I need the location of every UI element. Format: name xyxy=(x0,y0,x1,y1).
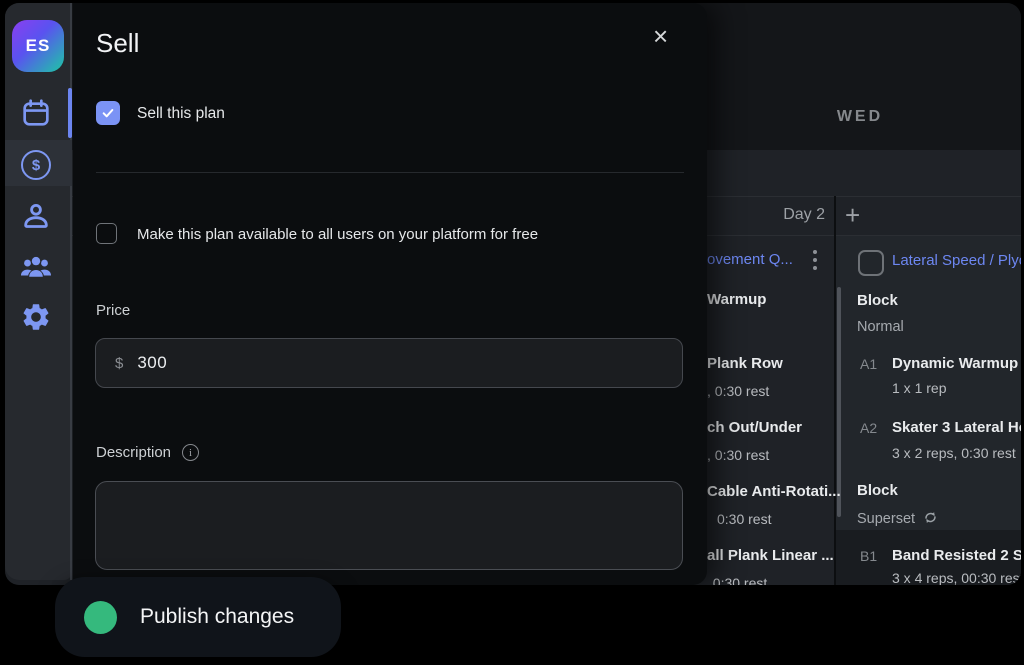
exercise-name: Cable Anti-Rotati... xyxy=(707,483,841,500)
divider xyxy=(96,172,684,173)
workout-select-checkbox[interactable] xyxy=(858,250,884,276)
person-icon xyxy=(19,199,53,233)
exercise-name: Plank Row xyxy=(707,355,783,372)
exercise-detail: 3 x 4 reps, 00:30 rest xyxy=(892,570,1021,585)
info-icon[interactable]: i xyxy=(182,444,199,461)
sidebar: ES $ xyxy=(5,3,72,580)
exercise-name: Warmup xyxy=(707,291,766,308)
avatar[interactable]: ES xyxy=(12,20,64,72)
screen: WED Day 2 + ovement Q... Warmup Plank Ro… xyxy=(0,0,1024,665)
publish-changes-button[interactable]: Publish changes xyxy=(55,577,341,657)
price-input[interactable]: $ 300 xyxy=(95,338,683,388)
block-type: Superset xyxy=(857,510,938,529)
exercise-name: Band Resisted 2 Step xyxy=(892,547,1021,564)
workout-title-link[interactable]: ovement Q... xyxy=(707,251,793,268)
exercise-code: A1 xyxy=(860,356,877,372)
sell-plan-label: Sell this plan xyxy=(137,105,225,123)
exercise-code: B1 xyxy=(860,548,877,564)
sell-modal: Sell × Sell this plan Make this plan ava… xyxy=(73,3,707,585)
exercise-detail: 3 x 2 reps, 0:30 rest xyxy=(892,445,1016,461)
status-dot-icon xyxy=(84,601,117,634)
column-divider xyxy=(834,196,836,585)
people-icon xyxy=(19,250,53,284)
free-plan-checkbox[interactable] xyxy=(96,223,117,244)
block-label: Block xyxy=(857,482,898,499)
exercise-name: ch Out/Under xyxy=(707,419,802,436)
check-icon xyxy=(100,105,116,121)
exercise-name: Dynamic Warmup xyxy=(892,355,1018,372)
gear-icon xyxy=(20,301,52,333)
description-textarea[interactable] xyxy=(95,481,683,570)
exercise-detail: 1 x 1 rep xyxy=(892,380,946,396)
sidebar-item-calendar[interactable] xyxy=(19,96,53,130)
description-label: Description xyxy=(96,444,171,461)
exercise-code: A2 xyxy=(860,420,877,436)
add-workout-button[interactable]: + xyxy=(845,200,860,231)
exercise-detail: , 0:30 rest xyxy=(707,383,769,399)
calendar-icon xyxy=(20,97,52,129)
sidebar-item-profile[interactable] xyxy=(19,199,53,233)
close-icon[interactable]: × xyxy=(653,23,668,49)
workout-title-link[interactable]: Lateral Speed / Plyo xyxy=(892,252,1021,269)
price-label: Price xyxy=(96,302,130,319)
sell-plan-checkbox[interactable] xyxy=(96,101,120,125)
publish-changes-label: Publish changes xyxy=(140,605,294,629)
active-nav-indicator xyxy=(68,88,72,138)
kebab-menu-icon[interactable] xyxy=(813,250,817,270)
exercise-detail: , 0:30 rest xyxy=(707,447,769,463)
block-type: Normal xyxy=(857,319,904,335)
sidebar-item-sell[interactable]: $ xyxy=(19,148,53,182)
description-label-row: Description i xyxy=(96,444,199,461)
weekday-header: WED xyxy=(800,108,920,126)
exercise-name: all Plank Linear ... xyxy=(707,547,834,564)
exercise-name: Skater 3 Lateral Hop xyxy=(892,419,1021,436)
modal-title: Sell xyxy=(96,28,139,59)
superset-repeat-icon xyxy=(923,510,938,529)
price-value: 300 xyxy=(137,353,167,373)
block-label: Block xyxy=(857,292,898,309)
day-label: Day 2 xyxy=(705,206,825,224)
dollar-icon: $ xyxy=(21,150,51,180)
free-plan-label: Make this plan available to all users on… xyxy=(137,226,538,243)
sidebar-item-settings[interactable] xyxy=(19,300,53,334)
exercise-detail: 0:30 rest xyxy=(717,511,771,527)
sidebar-item-clients[interactable] xyxy=(19,250,53,284)
app-window: WED Day 2 + ovement Q... Warmup Plank Ro… xyxy=(5,3,1021,585)
exercise-detail: , 0:30 rest xyxy=(705,575,767,585)
currency-symbol: $ xyxy=(115,355,123,372)
